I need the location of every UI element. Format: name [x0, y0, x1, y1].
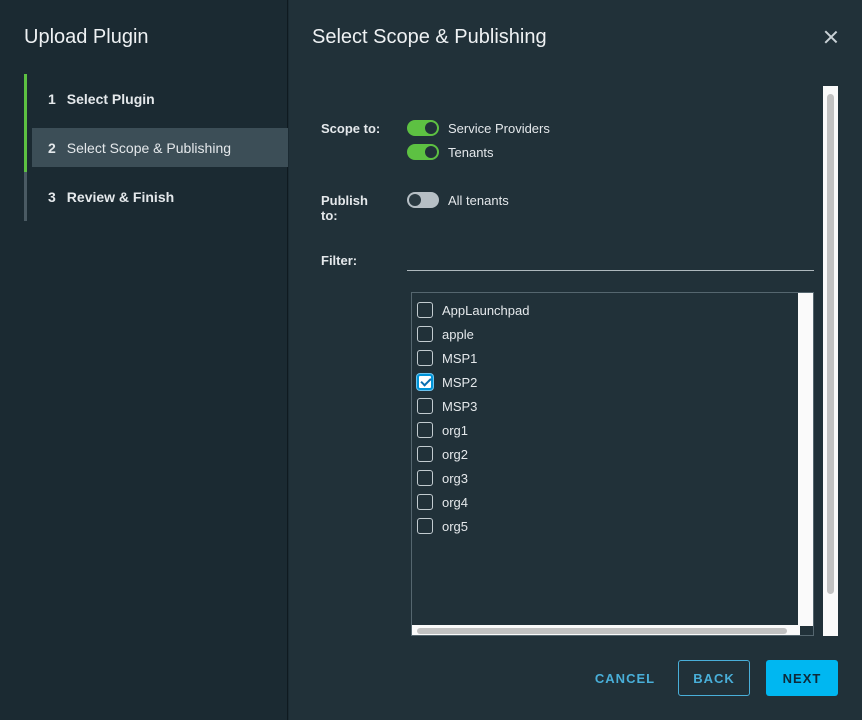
publish-label: Publish to: — [321, 193, 368, 223]
checkbox[interactable] — [417, 422, 433, 438]
back-button[interactable]: BACK — [678, 660, 750, 696]
toggle-service-providers[interactable]: Service Providers — [407, 120, 550, 136]
list-item[interactable]: org4 — [417, 490, 529, 514]
item-label: MSP3 — [442, 398, 478, 414]
step-number: 2 — [48, 139, 56, 156]
list-item[interactable]: MSP3 — [417, 394, 529, 418]
checkmark-icon[interactable] — [417, 374, 433, 390]
toggle-knob — [409, 194, 421, 206]
item-label: org4 — [442, 494, 469, 510]
checkbox[interactable] — [417, 518, 433, 534]
next-button[interactable]: NEXT — [766, 660, 838, 696]
checkbox[interactable] — [417, 350, 433, 366]
step-label: Select Plugin — [66, 90, 155, 107]
list-item[interactable]: org1 — [417, 418, 529, 442]
step-number: 1 — [48, 90, 56, 107]
close-icon[interactable] — [822, 28, 840, 46]
step-label: Review & Finish — [66, 188, 175, 205]
cancel-button[interactable]: CANCEL — [587, 660, 663, 696]
step-number: 3 — [48, 188, 56, 205]
list-vertical-scrollbar[interactable] — [798, 293, 813, 626]
list-item[interactable]: MSP2 — [417, 370, 529, 394]
checkbox[interactable] — [417, 470, 433, 486]
tenant-list-box: AppLaunchpad apple MSP1 MSP2 MSP3 org1 o… — [411, 292, 814, 636]
list-item[interactable]: MSP1 — [417, 346, 529, 370]
list-item[interactable]: org3 — [417, 466, 529, 490]
checkbox[interactable] — [417, 398, 433, 414]
item-label: org3 — [442, 470, 469, 486]
scrollbar-thumb[interactable] — [827, 94, 834, 594]
wizard-steps: 1 Select Plugin 2 Select Scope & Publish… — [24, 74, 288, 221]
list-item[interactable]: org5 — [417, 514, 529, 538]
toggle-knob — [425, 146, 437, 158]
toggle-switch[interactable] — [407, 120, 439, 136]
page-title: Select Scope & Publishing — [312, 26, 547, 48]
filter-label: Filter: — [321, 253, 358, 268]
toggle-label: All tenants — [448, 192, 509, 208]
checkbox[interactable] — [417, 302, 433, 318]
publish-label-line1: Publish — [321, 193, 368, 208]
list-item[interactable]: AppLaunchpad — [417, 298, 529, 322]
checkbox[interactable] — [417, 446, 433, 462]
wizard-sidebar: Upload Plugin 1 Select Plugin 2 Select S… — [0, 0, 288, 720]
list-horizontal-scrollbar[interactable] — [412, 625, 800, 635]
tenant-list: AppLaunchpad apple MSP1 MSP2 MSP3 org1 o… — [417, 298, 529, 538]
toggle-knob — [425, 122, 437, 134]
step-review-finish[interactable]: 3 Review & Finish — [24, 172, 288, 221]
checkbox[interactable] — [417, 494, 433, 510]
list-item[interactable]: apple — [417, 322, 529, 346]
toggle-label: Tenants — [448, 144, 494, 160]
item-label: org5 — [442, 518, 469, 534]
item-label: AppLaunchpad — [442, 302, 530, 318]
scrollbar-thumb[interactable] — [417, 628, 787, 634]
wizard-title: Upload Plugin — [24, 26, 149, 48]
item-label: org2 — [442, 446, 469, 462]
toggle-switch[interactable] — [407, 144, 439, 160]
item-label: MSP2 — [442, 374, 478, 390]
scope-label: Scope to: — [321, 121, 381, 136]
content-scrollbar[interactable] — [823, 86, 838, 636]
item-label: org1 — [442, 422, 469, 438]
checkbox[interactable] — [417, 326, 433, 342]
filter-input[interactable] — [407, 252, 814, 271]
step-label: Select Scope & Publishing — [66, 139, 232, 156]
toggle-all-tenants[interactable]: All tenants — [407, 192, 509, 208]
toggle-label: Service Providers — [448, 120, 550, 136]
toggle-tenants[interactable]: Tenants — [407, 144, 494, 160]
toggle-switch[interactable] — [407, 192, 439, 208]
step-select-plugin[interactable]: 1 Select Plugin — [24, 74, 288, 123]
item-label: apple — [442, 326, 474, 342]
step-select-scope-publishing[interactable]: 2 Select Scope & Publishing — [24, 123, 288, 172]
wizard-content: Select Scope & Publishing Scope to: Serv… — [289, 0, 862, 720]
item-label: MSP1 — [442, 350, 478, 366]
list-item[interactable]: org2 — [417, 442, 529, 466]
publish-label-line2: to: — [321, 208, 338, 223]
